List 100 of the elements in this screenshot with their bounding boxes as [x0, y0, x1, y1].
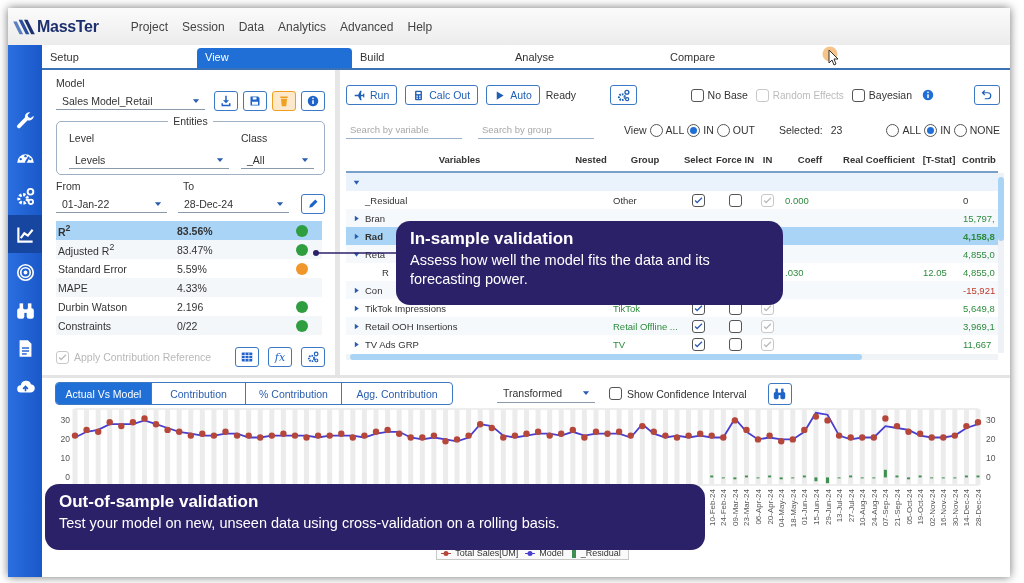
field-label: To [183, 180, 195, 192]
column-header: IN [761, 154, 774, 165]
column-header: Contrib [961, 154, 997, 165]
axis-tick-label: 27-Jul-24 [846, 489, 856, 523]
field-label: Class [241, 132, 269, 146]
column-header: Real Coefficient [842, 154, 916, 165]
column-header: Variables [437, 154, 482, 165]
table-cell: TikTok Impressions [365, 302, 446, 314]
table-cell: 0 [963, 194, 969, 206]
column-header: Nested [574, 154, 608, 165]
axis-tick-label: 04-May-24 [777, 489, 787, 528]
axis-tick-label: 21-Sep-24 [892, 489, 902, 527]
axis-tick-label: 20 [60, 434, 70, 445]
axis-tick-label: 20-Apr-24 [765, 489, 775, 525]
axis-tick-label: 02-Nov-24 [927, 489, 937, 527]
callout-text: Assess how well the model fits the data and its forecasting power. [410, 251, 711, 289]
radio-label: NONE [969, 124, 1000, 136]
axis-tick-label: 24-Aug-24 [869, 489, 879, 527]
axis-tick-label: 10-Aug-24 [858, 489, 868, 527]
axis-tick-label: 10 [60, 453, 70, 464]
column-header: Force IN [715, 154, 755, 165]
stat-value: 83.56% [177, 224, 214, 237]
checkbox-label: Random Effects [772, 89, 844, 101]
axis-tick-label: 10 [986, 453, 996, 464]
stat-name: Constraints [58, 319, 113, 332]
callout-title: Out-of-sample validation [59, 492, 260, 512]
table-cell: Bran [365, 212, 386, 224]
stat-value: 4.33% [177, 281, 208, 294]
callout-text: Test your model on new, unseen data using cross-validation on a rolling basis. [59, 514, 561, 533]
app-logo-text: MassTer [37, 17, 99, 36]
group-label: Entities [168, 115, 213, 127]
stat-name: MAPE [58, 281, 89, 294]
table-cell: R [382, 266, 389, 278]
field-label: From [56, 180, 82, 192]
table-cell: TV [613, 338, 626, 350]
column-header: [T-Stat] [921, 154, 957, 165]
axis-tick-label: 30-Nov-24 [950, 489, 960, 527]
stat-value: 2.196 [177, 300, 205, 313]
column-header: Coeff [796, 154, 824, 165]
stat-value: 83.47% [177, 243, 214, 256]
axis-tick-label: 16-Nov-24 [939, 489, 949, 527]
table-cell: 0.000 [785, 194, 809, 206]
stat-value: 0/22 [177, 319, 199, 332]
field-label: View [624, 124, 647, 136]
table-cell: Rad [365, 230, 383, 242]
table-cell: .030 [785, 266, 804, 278]
column-header: Group [629, 154, 661, 165]
selected-count: 23 [830, 124, 843, 136]
field-label: Level [69, 132, 96, 146]
radio-label: ALL [665, 124, 685, 136]
table-cell: 4,855,0 [963, 266, 995, 278]
table-cell: 12.05 [923, 266, 947, 278]
stat-value: 5.59% [177, 262, 208, 275]
axis-tick-label: 29-Jun-24 [823, 489, 833, 526]
axis-tick-label: 14-Dec-24 [962, 489, 972, 527]
axis-tick-label: 10-Feb-24 [707, 489, 717, 526]
table-cell: 5,649,8 [963, 302, 995, 314]
axis-tick-label: 09-Mar-24 [730, 489, 740, 526]
column-header: Select [683, 154, 713, 165]
stat-name: Standard Error [58, 262, 128, 275]
axis-tick-label: 28-Dec-24 [974, 489, 983, 527]
table-cell: Other [613, 194, 637, 206]
axis-tick-label: 06-Apr-24 [754, 489, 764, 525]
axis-tick-label: 23-Mar-24 [742, 489, 752, 526]
table-cell: _Residual [365, 194, 408, 206]
radio-label: ALL [902, 124, 922, 136]
axis-tick-label: 30 [60, 415, 70, 426]
axis-tick-label: 07-Sep-24 [881, 489, 891, 527]
table-cell: 15,797, [963, 212, 995, 224]
axis-tick-label: 19-Oct-24 [916, 489, 926, 525]
stat-name: R$^{2}$ [58, 223, 72, 238]
axis-tick-label: 0 [65, 472, 70, 483]
axis-tick-label: 18-May-24 [788, 489, 798, 528]
radio-label: IN [940, 124, 951, 136]
table-cell: -15,921 [963, 284, 996, 296]
table-cell: 3,969,1 [963, 320, 995, 332]
checkbox-label: No Base [707, 89, 748, 101]
axis-tick-label: 15-Jun-24 [811, 489, 821, 526]
table-cell: Con [365, 284, 383, 296]
legend-label: _Residual [580, 548, 621, 558]
axis-tick-label: 13-Jul-24 [835, 489, 845, 523]
callout-title: In-sample validation [410, 229, 575, 249]
axis-tick-label: 30 [986, 415, 996, 426]
status-text: Ready [545, 89, 577, 101]
stat-name: Durbin Watson [58, 300, 129, 313]
axis-tick-label: 24-Feb-24 [719, 489, 729, 526]
table-cell: Retail OOH Insertions [365, 320, 458, 332]
table-cell: 4,158,8 [963, 230, 995, 242]
table-cell: Retail Offline ... [613, 320, 678, 332]
table-cell: 4,855,0 [963, 248, 995, 260]
axis-tick-label: 01-Jun-24 [800, 489, 810, 526]
radio-label: OUT [732, 124, 755, 136]
radio-label: IN [703, 124, 714, 136]
checkbox-label: Bayesian [868, 89, 912, 101]
table-cell: TV Ads GRP [365, 338, 419, 350]
axis-tick-label: 05-Oct-24 [904, 489, 914, 525]
field-label: Model [56, 77, 86, 89]
checkbox-label: Show Confidence Interval [627, 387, 747, 400]
axis-tick-label: 20 [986, 434, 996, 445]
stat-name: Adjusted R$^{2}$ [58, 242, 116, 257]
